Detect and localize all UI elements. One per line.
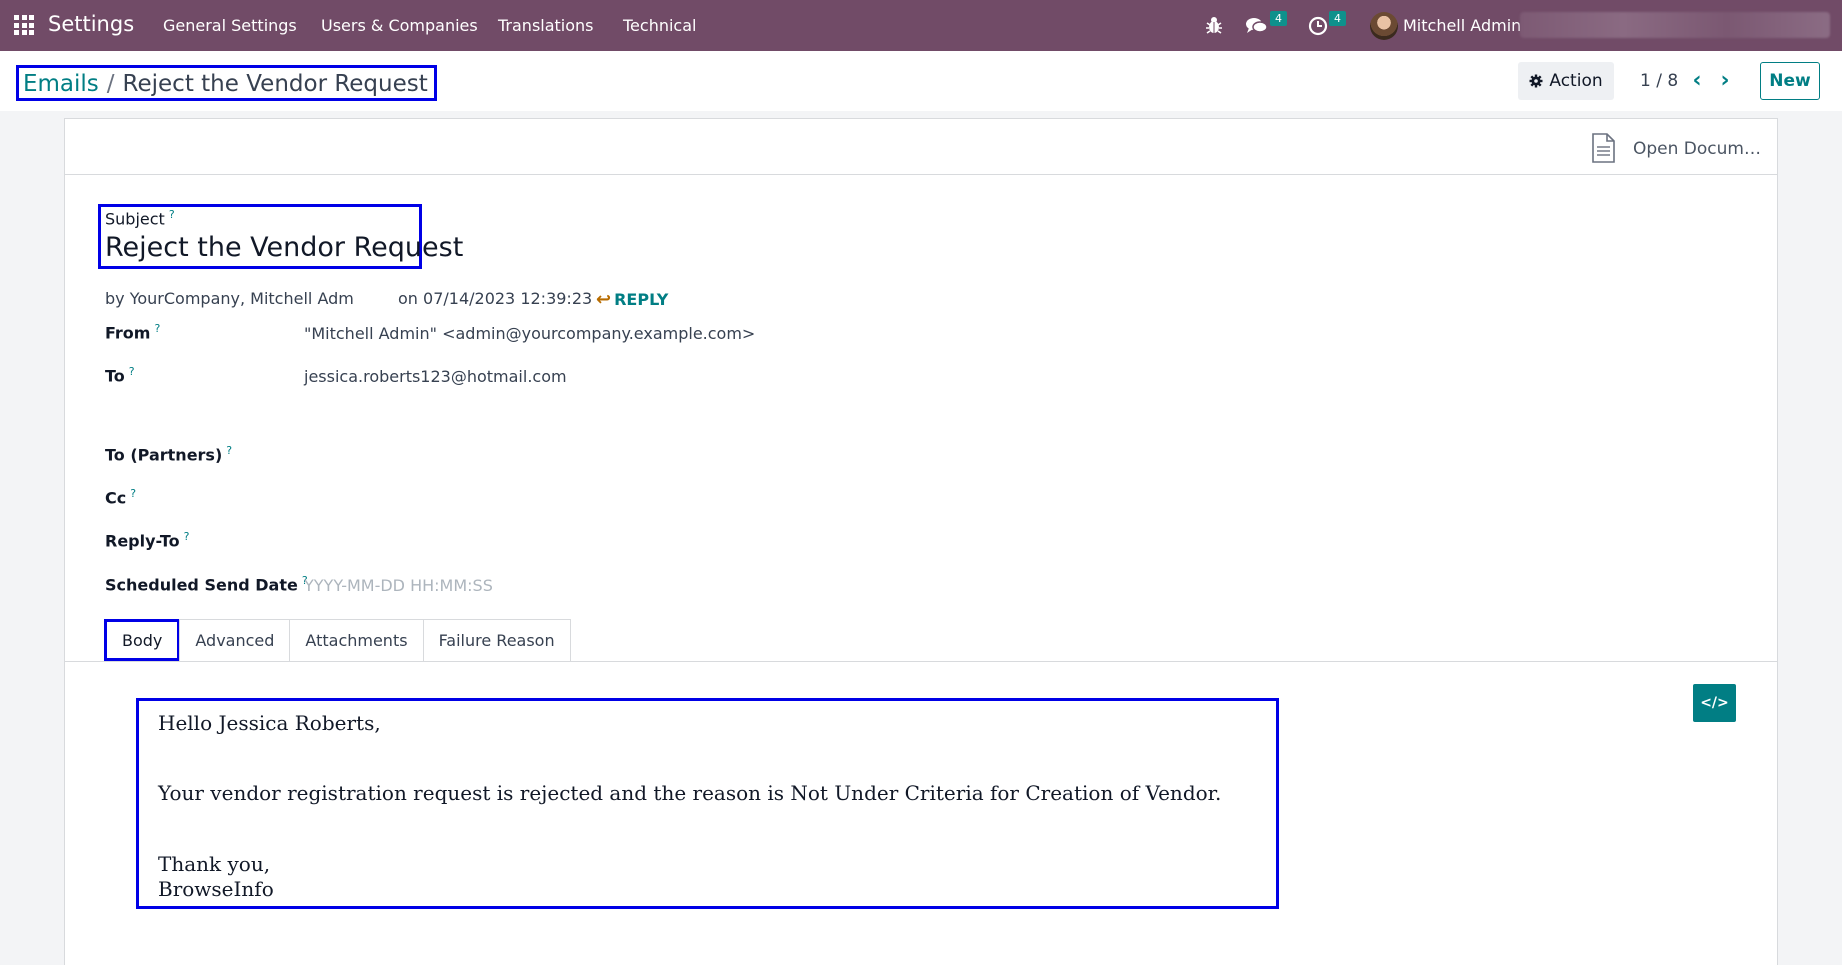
from-value[interactable]: "Mitchell Admin" <admin@yourcompany.exam…: [304, 324, 755, 343]
user-avatar[interactable]: [1370, 12, 1398, 40]
messages-chat-icon[interactable]: [1245, 16, 1269, 40]
email-body[interactable]: Hello Jessica Roberts, Your vendor regis…: [136, 698, 1279, 909]
scheduled-send-date-label: Scheduled Send Date?: [105, 574, 308, 595]
redacted-area: [1520, 12, 1830, 38]
to-help-icon[interactable]: ?: [129, 365, 135, 378]
cc-label: Cc?: [105, 487, 137, 508]
reply-label: REPLY: [614, 290, 669, 309]
cc-help-icon[interactable]: ?: [130, 487, 136, 500]
menu-technical[interactable]: Technical: [623, 16, 696, 35]
apps-menu-icon[interactable]: [14, 15, 34, 35]
document-icon[interactable]: [1590, 133, 1616, 163]
body-greeting: Hello Jessica Roberts,: [158, 711, 381, 735]
open-document-button[interactable]: Open Docum…: [1633, 139, 1761, 159]
body-message: Your vendor registration request is reje…: [158, 781, 1222, 805]
subject-label: Subject?: [105, 208, 175, 229]
tabs-divider: [65, 661, 1777, 662]
reply-to-help-icon[interactable]: ?: [184, 530, 190, 543]
breadcrumb-emails-link[interactable]: Emails: [23, 71, 99, 97]
new-button[interactable]: New: [1760, 62, 1820, 100]
user-name[interactable]: Mitchell Admin: [1403, 16, 1521, 35]
action-button-label: Action: [1549, 71, 1603, 91]
tab-failure-reason[interactable]: Failure Reason: [422, 619, 571, 661]
activities-count-badge: 4: [1329, 11, 1346, 26]
breadcrumb-current: Reject the Vendor Request: [122, 71, 428, 97]
pager-next-icon[interactable]: ›: [1714, 66, 1736, 94]
scheduled-send-date-input[interactable]: YYYY-MM-DD HH:MM:SS: [304, 576, 493, 595]
body-closing: Thank you,: [158, 852, 271, 876]
app-title[interactable]: Settings: [48, 12, 134, 36]
menu-translations[interactable]: Translations: [498, 16, 594, 35]
author-text: by YourCompany, Mitchell Adm: [105, 289, 354, 308]
to-value[interactable]: jessica.roberts123@hotmail.com: [304, 367, 567, 386]
tab-body[interactable]: Body: [104, 619, 181, 661]
to-partners-label: To (Partners)?: [105, 444, 233, 465]
form-statusbar: Open Docum…: [65, 119, 1777, 175]
debug-bug-icon[interactable]: [1205, 15, 1223, 39]
messages-count-badge: 4: [1270, 11, 1287, 26]
pager-value[interactable]: 1 / 8: [1640, 71, 1678, 91]
code-icon: </>: [1700, 695, 1729, 711]
subject-value[interactable]: Reject the Vendor Request: [105, 232, 463, 263]
from-label: From?: [105, 322, 161, 343]
to-label: To?: [105, 365, 135, 386]
breadcrumb-separator: /: [106, 71, 115, 97]
subject-help-icon[interactable]: ?: [169, 208, 175, 221]
code-view-button[interactable]: </>: [1693, 684, 1736, 722]
reply-to-label: Reply-To?: [105, 530, 190, 551]
tab-advanced[interactable]: Advanced: [179, 619, 291, 661]
top-navbar: Settings General Settings Users & Compan…: [0, 0, 1842, 51]
breadcrumb: Emails / Reject the Vendor Request: [16, 65, 437, 101]
from-help-icon[interactable]: ?: [154, 322, 160, 335]
tab-attachments[interactable]: Attachments: [289, 619, 424, 661]
reply-arrow-icon: ↩: [596, 289, 612, 310]
action-button[interactable]: Action: [1518, 62, 1614, 100]
activities-clock-icon[interactable]: [1308, 16, 1328, 40]
notebook-tabs: Body Advanced Attachments Failure Reason: [104, 619, 571, 661]
reply-button[interactable]: ↩ REPLY: [596, 289, 668, 310]
date-text: on 07/14/2023 12:39:23: [398, 289, 593, 308]
body-signature: BrowseInfo: [158, 877, 274, 901]
menu-general-settings[interactable]: General Settings: [163, 16, 297, 35]
gear-icon: [1529, 74, 1543, 88]
to-partners-help-icon[interactable]: ?: [226, 444, 232, 457]
menu-users-companies[interactable]: Users & Companies: [321, 16, 478, 35]
pager-previous-icon[interactable]: ‹: [1686, 66, 1708, 94]
